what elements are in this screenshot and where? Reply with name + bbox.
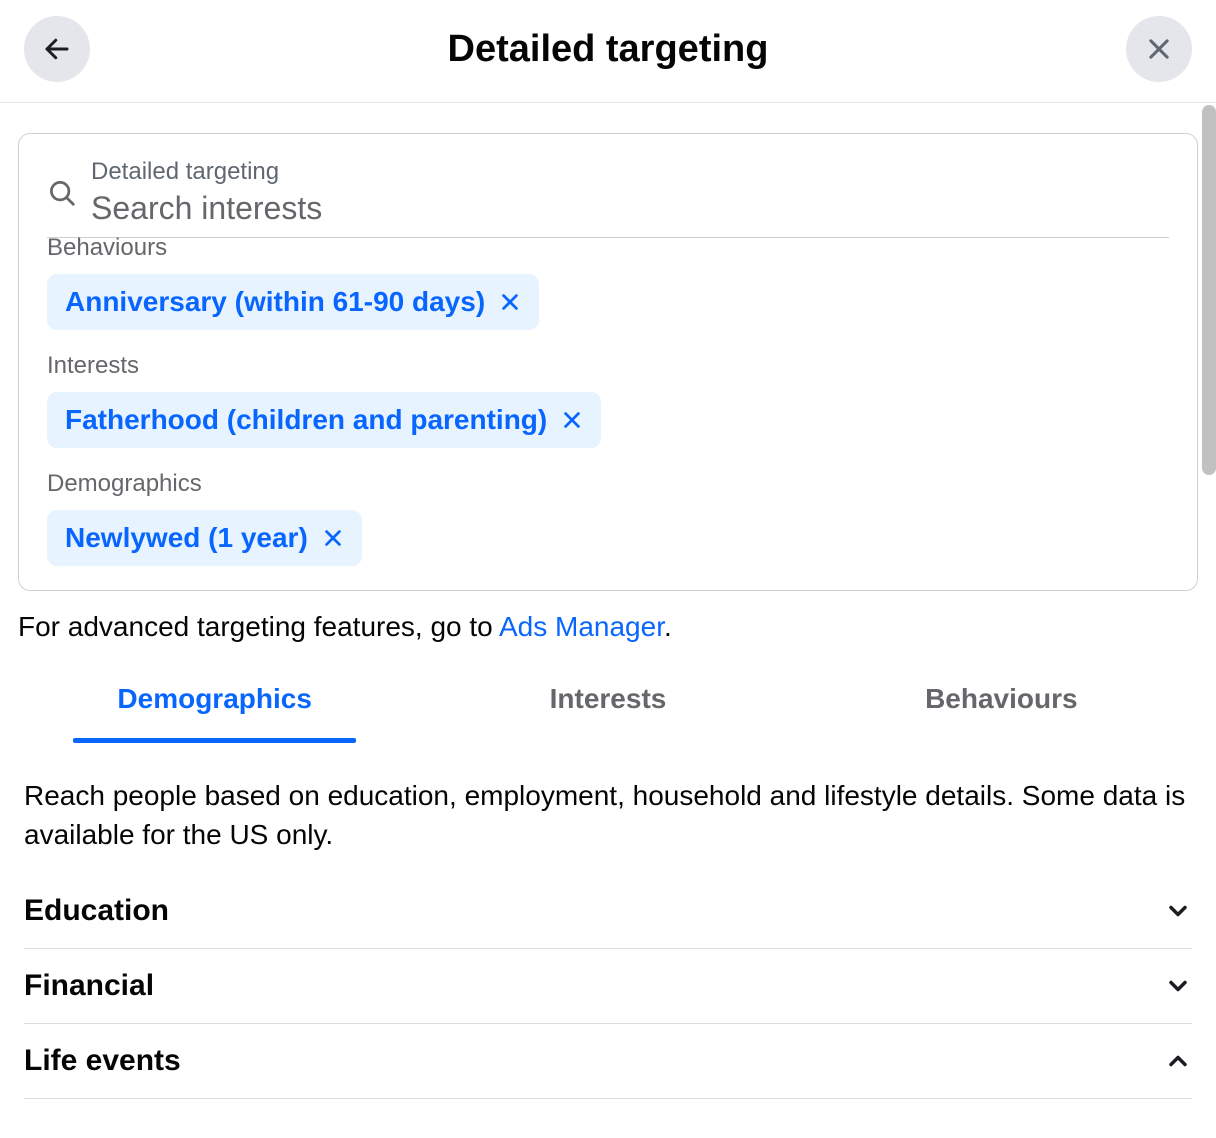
targeting-chip[interactable]: Anniversary (within 61-90 days) [47,274,539,330]
accordion-row-financial[interactable]: Financial [24,949,1192,1024]
tab-behaviours[interactable]: Behaviours [805,669,1198,743]
chip-category-label: Interests [47,352,1169,380]
accordion-row-life-events[interactable]: Life events [24,1024,1192,1099]
targeting-card: Detailed targeting Behaviours Anniversar… [18,133,1198,591]
advanced-prefix: For advanced targeting features, go to [18,611,499,642]
search-row: Detailed targeting [47,134,1169,227]
accordion-title: Financial [24,969,154,1003]
chip-category-label: Demographics [47,470,1169,498]
chevron-up-icon [1164,1047,1192,1075]
ads-manager-link[interactable]: Ads Manager [499,611,664,642]
chip-label: Anniversary (within 61-90 days) [65,286,485,318]
chip-label: Newlywed (1 year) [65,522,308,554]
chevron-down-icon [1164,897,1192,925]
search-field-label: Detailed targeting [91,158,1169,186]
search-input[interactable] [91,190,1169,227]
accordion-title: Life events [24,1044,181,1078]
tab-interests[interactable]: Interests [411,669,804,743]
search-icon [47,178,77,208]
arrow-left-icon [42,34,72,64]
tab-bar: Demographics Interests Behaviours [18,669,1198,744]
chip-category-label: Behaviours [47,234,1169,262]
modal-title: Detailed targeting [90,28,1126,71]
chevron-down-icon [1164,972,1192,1000]
modal-header: Detailed targeting [0,0,1216,103]
close-icon [1145,35,1173,63]
advanced-targeting-note: For advanced targeting features, go to A… [18,611,1198,643]
targeting-chip[interactable]: Newlywed (1 year) [47,510,362,566]
chip-label: Fatherhood (children and parenting) [65,404,547,436]
accordion-row-education[interactable]: Education [24,874,1192,949]
tab-demographics[interactable]: Demographics [18,669,411,743]
advanced-suffix: . [664,611,672,642]
chip-remove-icon[interactable] [561,409,583,431]
accordion: Education Financial Life events [24,874,1192,1099]
chip-remove-icon[interactable] [499,291,521,313]
close-button[interactable] [1126,16,1192,82]
accordion-title: Education [24,894,169,928]
tab-description: Reach people based on education, employm… [24,776,1192,854]
chip-remove-icon[interactable] [322,527,344,549]
targeting-chip[interactable]: Fatherhood (children and parenting) [47,392,601,448]
modal-body: Detailed targeting Behaviours Anniversar… [0,103,1216,1099]
back-button[interactable] [24,16,90,82]
scrollbar-thumb[interactable] [1202,105,1216,475]
